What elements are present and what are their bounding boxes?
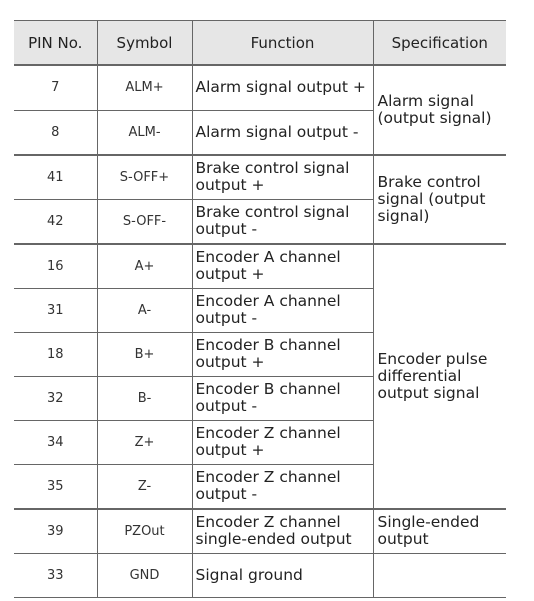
pin-cell: 41	[14, 153, 98, 200]
symbol-cell: ALM+	[96, 64, 193, 111]
symbol-cell: B+	[96, 331, 193, 377]
header-symbol: Symbol	[96, 20, 193, 66]
function-cell: Brake control signal output -	[191, 198, 373, 244]
spec-cell: Brake control signal (output signal)	[372, 153, 506, 244]
pin-cell: 16	[14, 242, 98, 289]
pin-cell: 35	[14, 463, 98, 509]
function-cell: Encoder B channel output -	[191, 375, 373, 421]
symbol-cell: Z+	[96, 419, 193, 465]
function-cell: Encoder A channel output +	[191, 242, 374, 289]
pin-cell: 34	[14, 419, 98, 465]
function-cell: Signal ground	[191, 552, 374, 598]
symbol-cell: B-	[96, 375, 193, 421]
pin-table: PIN No. Symbol Function Specification 7 …	[14, 20, 506, 598]
function-cell: Encoder Z channel single-ended output	[191, 507, 374, 554]
table-row: 39 PZOut Encoder Z channel single-ended …	[14, 507, 506, 554]
pin-cell: 18	[14, 331, 98, 377]
symbol-cell: A+	[96, 242, 193, 289]
symbol-cell: S-OFF+	[96, 153, 193, 200]
pin-cell: 8	[14, 109, 98, 155]
header-specification: Specification	[372, 20, 506, 66]
table-row: 41 S-OFF+ Brake control signal output + …	[14, 153, 506, 244]
function-cell: Encoder A channel output -	[191, 287, 373, 333]
function-cell: Encoder Z channel output -	[191, 463, 373, 509]
function-cell: Brake control signal output +	[191, 153, 374, 200]
pin-cell: 39	[14, 507, 98, 554]
spec-cell: Encoder pulse differential output signal	[372, 242, 506, 509]
symbol-cell: A-	[96, 287, 193, 333]
table-row: 33 GND Signal ground	[14, 552, 506, 598]
function-cell: Alarm signal output -	[191, 109, 373, 155]
pin-cell: 32	[14, 375, 98, 421]
function-cell: Alarm signal output +	[191, 64, 374, 111]
function-cell: Encoder Z channel output +	[191, 419, 373, 465]
pin-cell: 7	[14, 64, 98, 111]
table-row: 7 ALM+ Alarm signal output + Alarm signa…	[14, 64, 506, 155]
symbol-cell: PZOut	[96, 507, 193, 554]
header-pin: PIN No.	[14, 20, 98, 66]
pin-cell: 42	[14, 198, 98, 244]
pin-cell: 33	[14, 552, 98, 598]
spec-cell: Alarm signal (output signal)	[372, 64, 506, 155]
table-row: 16 A+ Encoder A channel output + Encoder…	[14, 242, 506, 509]
symbol-cell: Z-	[96, 463, 193, 509]
symbol-cell: GND	[96, 552, 193, 598]
function-cell: Encoder B channel output +	[191, 331, 373, 377]
header-row: PIN No. Symbol Function Specification	[14, 20, 506, 66]
spec-cell: Single-ended output	[372, 507, 506, 554]
symbol-cell: ALM-	[96, 109, 193, 155]
pin-cell: 31	[14, 287, 98, 333]
spec-cell	[372, 552, 506, 598]
symbol-cell: S-OFF-	[96, 198, 193, 244]
header-function: Function	[191, 20, 374, 66]
